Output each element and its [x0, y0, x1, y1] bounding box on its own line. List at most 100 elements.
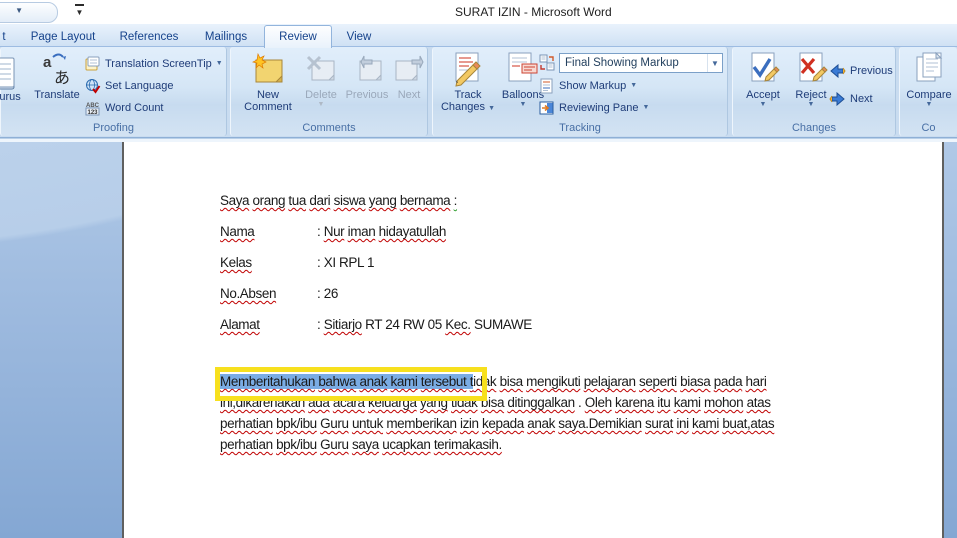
chevron-down-icon: ▼ [926, 101, 933, 109]
translation-screentip-button[interactable]: Translation ScreenTip ▼ [85, 54, 223, 74]
word: iman [348, 224, 376, 239]
word: kami [674, 395, 701, 410]
window-title: SURAT IZIN - Microsoft Word [455, 5, 612, 19]
word: hidayatullah [379, 224, 446, 239]
word: ucapkan [382, 437, 430, 452]
translation-screentip-icon [85, 56, 101, 72]
word-count-button[interactable]: ABC 123 Word Count [85, 98, 164, 118]
paragraph-line[interactable]: Memberitahukan bahwa anak kami tersebut … [220, 371, 774, 392]
word: keluarga [368, 395, 417, 410]
word: bahwa [318, 374, 356, 389]
document-page[interactable]: Saya orang tua dari siswa yang bernama :… [122, 142, 944, 538]
document-field-row[interactable]: Nama: Nur iman hidayatullah [220, 224, 446, 239]
overline-icon [75, 4, 84, 6]
document-field-row[interactable]: No.Absen: 26 [220, 286, 338, 301]
customize-quick-access-toolbar-button[interactable]: ▼ [74, 4, 85, 15]
word: Memberitahukan [220, 374, 315, 389]
accept-button[interactable]: Accept ▼ [739, 51, 787, 109]
reject-icon [794, 51, 828, 89]
reviewing-pane-icon [539, 100, 555, 116]
tab-page-layout[interactable]: Page Layout [22, 27, 104, 46]
previous-comment-icon [350, 51, 384, 89]
word: kami [692, 416, 719, 431]
next-change-button[interactable]: Next [829, 89, 873, 109]
title-bar: ▼ ▼ SURAT IZIN - Microsoft Word [0, 0, 957, 24]
chevron-down-icon: ▼ [520, 101, 527, 109]
reject-button[interactable]: Reject ▼ [789, 51, 833, 109]
previous-change-icon [829, 64, 846, 78]
compare-icon [912, 51, 946, 89]
word-count-label: Word Count [105, 102, 164, 114]
balloons-icon [505, 51, 541, 89]
reviewing-pane-label: Reviewing Pane [559, 102, 639, 114]
word: pada [714, 374, 742, 389]
translate-button[interactable]: a あ Translate [27, 51, 87, 101]
word: mengikuti [526, 374, 580, 389]
tab-review[interactable]: Review [264, 25, 332, 48]
text-selection[interactable]: Memberitahukan bahwa anak kami tersebut … [220, 374, 473, 389]
chevron-down-icon: ▼ [318, 101, 325, 109]
display-for-review-combobox[interactable]: Final Showing Markup ▼ [559, 53, 723, 73]
previous-comment-button[interactable]: Previous [343, 51, 391, 101]
tab-view[interactable]: View [336, 27, 382, 46]
previous-change-label: Previous [850, 65, 893, 77]
document-field-row[interactable]: Kelas : XI RPL 1 [220, 255, 374, 270]
new-comment-button[interactable]: New Comment [239, 51, 297, 113]
group-label-compare: Co [900, 122, 957, 134]
paragraph-line[interactable]: ini,dikarenakan ada acara keluarga yang … [220, 392, 774, 413]
word-count-icon: ABC 123 [85, 100, 101, 116]
word: Guru [320, 416, 348, 431]
word: Sitiarjo [324, 317, 362, 332]
word: XI [324, 255, 336, 270]
tab-partial-left[interactable]: t [0, 27, 10, 46]
word: ditinggalkan [507, 395, 574, 410]
word: bpk/ibu [276, 437, 317, 452]
word: seperti [639, 374, 677, 389]
translation-screentip-label: Translation ScreenTip [105, 58, 212, 70]
next-change-label: Next [850, 93, 873, 105]
show-markup-button[interactable]: Show Markup ▼ [539, 76, 637, 96]
word: pelajaran [584, 374, 636, 389]
previous-change-button[interactable]: Previous [829, 61, 893, 81]
show-markup-icon [539, 78, 555, 94]
tab-references[interactable]: References [112, 27, 186, 46]
combobox-dropdown-button[interactable]: ▼ [707, 54, 722, 72]
set-language-button[interactable]: Set Language [85, 76, 174, 96]
compare-button[interactable]: Compare ▼ [904, 51, 954, 109]
document-intro-line[interactable]: Saya orang tua dari siswa yang bernama : [220, 193, 457, 208]
track-changes-button[interactable]: Track Changes ▼ [441, 51, 495, 113]
tab-mailings[interactable]: Mailings [194, 27, 258, 46]
word: RW [403, 317, 424, 332]
chevron-down-icon: ▼ [15, 6, 23, 15]
group-compare: Compare ▼ Co [899, 47, 957, 136]
word: perhatian [220, 416, 273, 431]
accept-icon [746, 51, 780, 89]
translate-icon: a あ [39, 51, 75, 89]
word: RPL [339, 255, 364, 270]
word: buat,atas [722, 416, 774, 431]
reviewing-pane-button[interactable]: Reviewing Pane ▼ [539, 98, 649, 118]
word: Alamat [220, 317, 260, 332]
delete-comment-button[interactable]: Delete ▼ [301, 51, 341, 109]
paragraph-line[interactable]: perhatian bpk/ibu Guru untuk memberikan … [220, 413, 774, 434]
word: ini,dikarenakan [220, 395, 305, 410]
field-value: : XI RPL 1 [317, 255, 374, 270]
word: anak [359, 374, 387, 389]
word: bpk/ibu [276, 416, 317, 431]
document-field-row[interactable]: Alamat: Sitiarjo RT 24 RW 05 Kec. SUMAWE [220, 317, 532, 332]
new-comment-icon [250, 51, 286, 89]
show-markup-label: Show Markup [559, 80, 626, 92]
quick-access-toolbar[interactable]: ▼ [0, 2, 58, 23]
word: perhatian [220, 437, 273, 452]
paragraph-line[interactable]: perhatian bpk/ibu Guru saya ucapkan teri… [220, 434, 774, 455]
word: orang [253, 193, 286, 208]
thesaurus-button[interactable]: aurus [0, 51, 29, 103]
document-paragraph[interactable]: Memberitahukan bahwa anak kami tersebut … [220, 371, 774, 455]
group-label-tracking: Tracking [433, 122, 727, 134]
word: Kelas [220, 255, 252, 270]
group-proofing: aurus a あ Translate Translation ScreenTi… [0, 47, 227, 136]
word: karena [615, 395, 654, 410]
next-comment-button[interactable]: Next [391, 51, 427, 101]
word: siswa [334, 193, 366, 208]
word: 24 [385, 317, 399, 332]
